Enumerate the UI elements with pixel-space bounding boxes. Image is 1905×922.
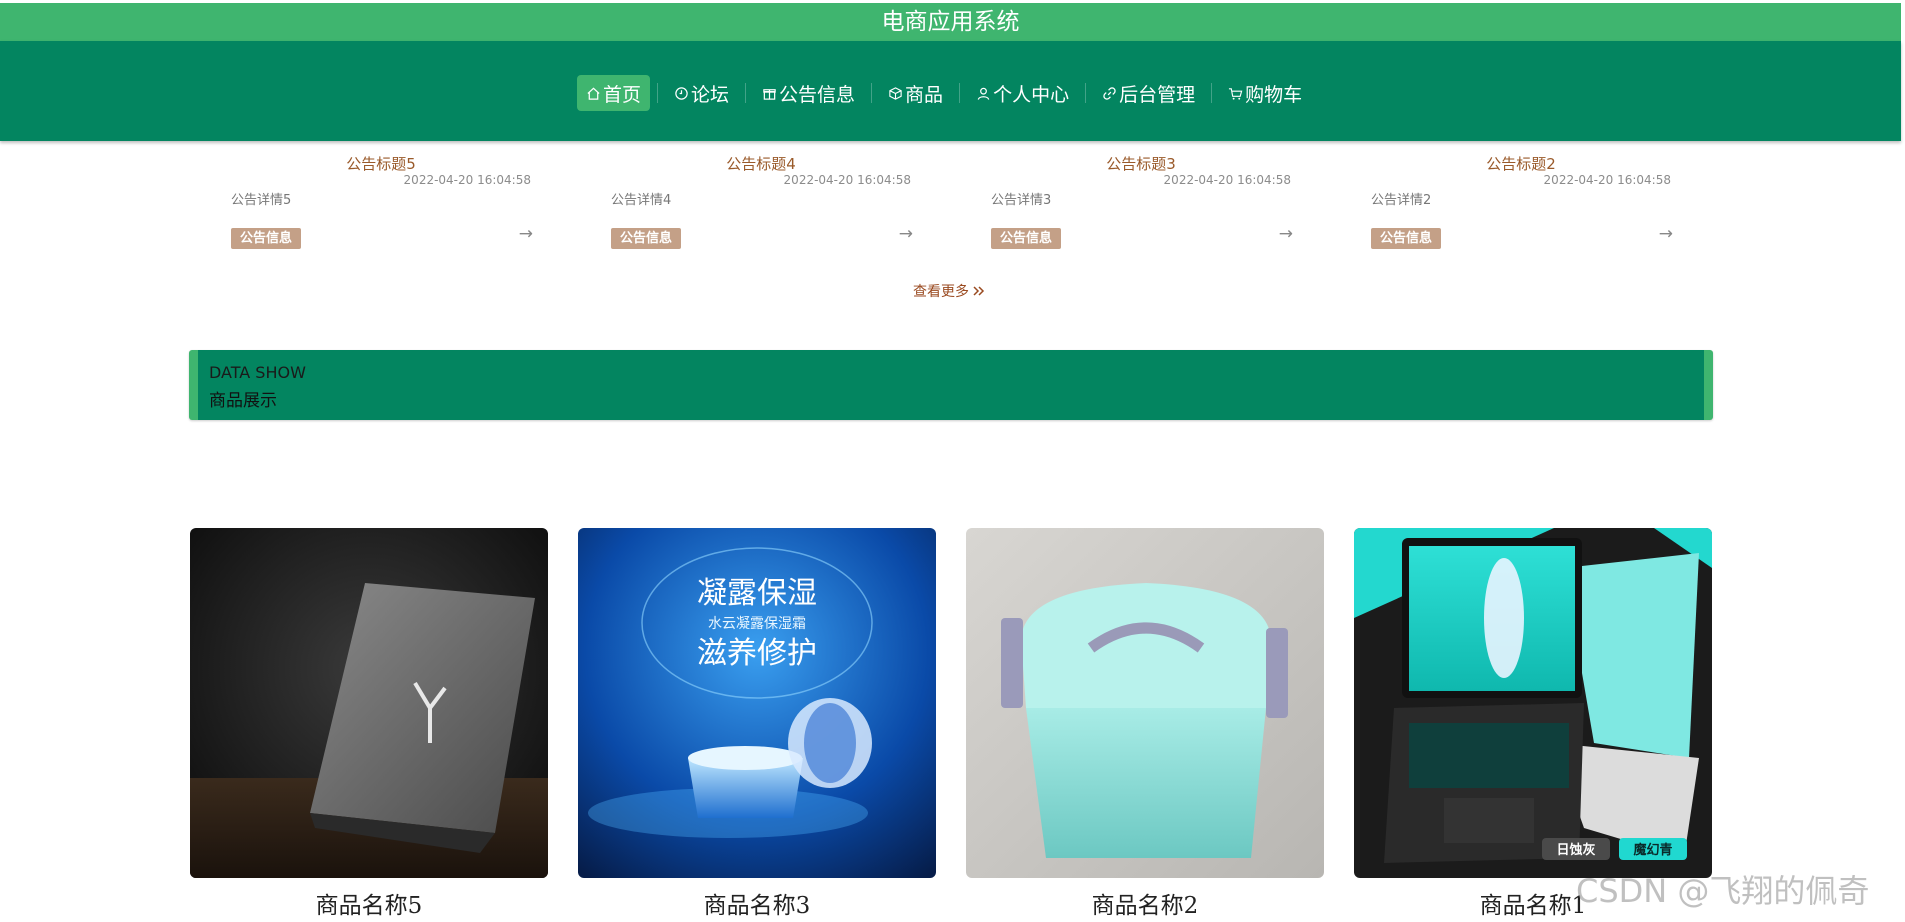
view-more-link[interactable]: 查看更多 — [913, 281, 986, 301]
view-more-label: 查看更多 — [913, 284, 969, 300]
product-image-laptop-cyan[interactable]: 日蚀灰 魔幻青 — [1354, 528, 1712, 878]
nav-item-cart[interactable]: 购物车 — [1219, 75, 1311, 111]
cream-photo: 凝露保湿 水云凝露保湿霜 滋养修护 — [578, 528, 936, 878]
notice-desc: 公告详情3 — [991, 193, 1052, 208]
nav-item-admin[interactable]: 后台管理 — [1093, 75, 1204, 111]
notice-tag: 公告信息 — [231, 228, 302, 249]
product-image-laptop-dark[interactable] — [190, 528, 548, 878]
arrow-right-icon[interactable]: → — [519, 224, 533, 244]
clock-icon — [675, 86, 688, 100]
user-icon — [977, 87, 990, 100]
notice-desc: 公告详情2 — [1371, 193, 1432, 208]
product-name[interactable]: 商品名称5 — [190, 886, 548, 920]
page: 电商应用系统 首页 论坛 公告信息 商品 个人中心 后台管理 购物车 公告标题5… — [0, 0, 1905, 922]
nav-item-profile[interactable]: 个人中心 — [967, 75, 1078, 111]
gift-icon — [763, 88, 776, 100]
app-title: 电商应用系统 — [881, 9, 1020, 35]
nav-item-label: 购物车 — [1245, 83, 1303, 106]
nav-item-goods[interactable]: 商品 — [879, 75, 952, 111]
notice-title[interactable]: 公告标题3 — [981, 153, 1301, 174]
watermark: CSDN @飞翔的佩奇 — [1576, 872, 1870, 910]
nav-divider — [1211, 83, 1213, 103]
arrow-right-icon[interactable]: → — [1659, 224, 1673, 244]
cream-slogan: 滋养修护 — [697, 636, 817, 671]
cube-icon — [889, 86, 902, 100]
nav-item-label: 后台管理 — [1119, 83, 1196, 106]
double-chevron-right-icon — [973, 286, 985, 296]
product-card[interactable]: 商品名称2 — [966, 528, 1324, 920]
section-banner: DATA SHOW 商品展示 — [189, 350, 1713, 420]
nav-item-label: 公告信息 — [779, 83, 856, 106]
notice-date: 2022-04-20 16:04:58 — [1163, 173, 1291, 187]
main-navbar: 首页 论坛 公告信息 商品 个人中心 后台管理 购物车 — [0, 41, 1901, 141]
product-image-box[interactable] — [966, 528, 1324, 878]
notice-title[interactable]: 公告标题5 — [221, 153, 541, 174]
arrow-right-icon[interactable]: → — [899, 224, 913, 244]
arrow-right-icon[interactable]: → — [1279, 224, 1293, 244]
notice-tag: 公告信息 — [611, 228, 682, 249]
laptop-badge-right: 魔幻青 — [1633, 842, 1672, 858]
notice-date: 2022-04-20 16:04:58 — [403, 173, 531, 187]
notice-tag: 公告信息 — [1371, 228, 1442, 249]
notice-title[interactable]: 公告标题2 — [1361, 153, 1681, 174]
notice-date: 2022-04-20 16:04:58 — [1543, 173, 1671, 187]
notice-desc: 公告详情5 — [231, 193, 292, 208]
app-title-bar: 电商应用系统 — [0, 3, 1901, 41]
section-title-en: DATA SHOW — [209, 363, 306, 382]
nav-item-label: 个人中心 — [993, 83, 1070, 106]
laptop-badge-left: 日蚀灰 — [1556, 842, 1595, 858]
notice-list: 公告标题5 2022-04-20 16:04:58 公告详情5 公告信息 → 公… — [0, 115, 1905, 301]
cart-icon — [1229, 87, 1243, 100]
cream-heading: 凝露保湿 — [697, 576, 817, 611]
notice-desc: 公告详情4 — [611, 193, 672, 208]
section-title-cn: 商品展示 — [209, 391, 277, 411]
nav-item-label: 商品 — [905, 83, 944, 106]
nav-divider — [745, 83, 747, 103]
product-card[interactable]: 商品名称5 — [190, 528, 548, 920]
gaming-laptop-photo: 日蚀灰 魔幻青 — [1354, 528, 1712, 878]
nav-divider — [871, 83, 873, 103]
nav-divider — [1085, 83, 1087, 103]
product-name[interactable]: 商品名称3 — [578, 886, 936, 920]
laptop-photo — [190, 528, 548, 878]
nav-item-forum[interactable]: 论坛 — [665, 75, 738, 111]
storage-box-photo — [966, 528, 1324, 878]
nav-item-label: 首页 — [603, 83, 642, 106]
product-name[interactable]: 商品名称2 — [966, 886, 1324, 920]
nav-item-home[interactable]: 首页 — [577, 75, 651, 111]
link-icon — [1103, 86, 1116, 100]
nav-divider — [959, 83, 961, 103]
cream-sub: 水云凝露保湿霜 — [708, 616, 806, 632]
nav-item-notice[interactable]: 公告信息 — [753, 75, 864, 111]
notice-title[interactable]: 公告标题4 — [601, 153, 921, 174]
nav-divider — [657, 83, 659, 103]
product-card[interactable]: 日蚀灰 魔幻青 商品名称1 — [1354, 528, 1712, 920]
home-icon — [587, 87, 600, 100]
nav-item-label: 论坛 — [691, 83, 730, 106]
notice-tag: 公告信息 — [991, 228, 1062, 249]
nav-menu: 首页 论坛 公告信息 商品 个人中心 后台管理 购物车 — [577, 75, 1318, 111]
product-card[interactable]: 凝露保湿 水云凝露保湿霜 滋养修护 商品名称3 — [578, 528, 936, 920]
product-image-cream[interactable]: 凝露保湿 水云凝露保湿霜 滋养修护 — [578, 528, 936, 878]
notice-date: 2022-04-20 16:04:58 — [783, 173, 911, 187]
